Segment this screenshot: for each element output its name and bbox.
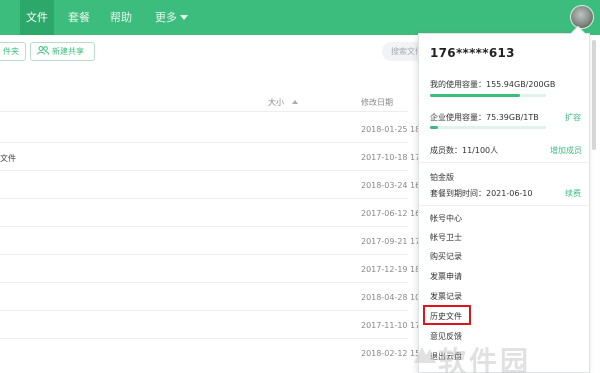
plan-name: 铂金版: [430, 173, 454, 182]
chevron-down-icon: [180, 15, 188, 20]
member-count: 成员数：11/100人: [430, 146, 499, 155]
dropdown-scrollbar[interactable]: [592, 40, 596, 150]
nav-tab-more-label: 更多: [155, 11, 177, 24]
row-divider: [0, 310, 408, 311]
row-divider: [0, 226, 408, 227]
enterprise-usage-bar: [430, 126, 438, 129]
new-folder-button[interactable]: 件夹: [0, 42, 26, 61]
watermark-text: 软件园: [438, 345, 532, 373]
row-divider: [0, 170, 408, 171]
column-header-date[interactable]: 修改日期: [361, 97, 393, 108]
expand-capacity-link[interactable]: 扩容: [565, 112, 581, 123]
plan-expiry: 套餐到期时间：2021-06-10: [430, 189, 533, 198]
avatar[interactable]: [570, 5, 594, 29]
menu-item-account-center[interactable]: 帐号中心: [430, 213, 462, 224]
new-share-label: 新建共享: [52, 47, 84, 56]
account-phone: 176*****613: [430, 46, 515, 60]
menu-item-account-guard[interactable]: 帐号卫士: [430, 232, 462, 243]
header-divider: [0, 111, 408, 112]
personal-usage-text: 我的使用容量：155.94GB/200GB: [430, 80, 556, 89]
menu-item-invoice-records[interactable]: 发票记录: [430, 291, 462, 302]
nav-tab-files[interactable]: 文件: [20, 0, 54, 35]
add-members-link[interactable]: 增加成员: [550, 145, 582, 156]
enterprise-usage-track: [430, 126, 546, 129]
menu-item-purchase-records[interactable]: 购买记录: [430, 251, 462, 262]
personal-usage-bar: [430, 94, 520, 97]
enterprise-usage-text: 企业使用容量：75.39GB/1TB: [430, 113, 539, 122]
nav-tab-help[interactable]: 帮助: [104, 0, 138, 35]
panel-divider: [419, 162, 589, 163]
row-divider: [0, 338, 408, 339]
watermark-logo-icon: [414, 347, 436, 363]
share-people-icon: [37, 46, 49, 55]
nav-tab-plans[interactable]: 套餐: [62, 0, 96, 35]
column-size-label: 大小: [268, 98, 284, 107]
row-file-name: 文件: [0, 154, 16, 163]
highlight-box: [423, 305, 471, 325]
new-share-button[interactable]: 新建共享: [30, 42, 95, 61]
renew-link[interactable]: 续费: [565, 188, 581, 199]
menu-item-invoice-request[interactable]: 发票申请: [430, 271, 462, 282]
row-divider: [0, 254, 408, 255]
column-header-size[interactable]: 大小: [268, 97, 298, 108]
row-divider: [0, 198, 408, 199]
panel-divider: [419, 205, 589, 206]
row-divider: [0, 142, 408, 143]
sort-up-icon: [292, 100, 298, 104]
nav-tab-more[interactable]: 更多: [149, 0, 194, 35]
row-divider: [0, 282, 408, 283]
